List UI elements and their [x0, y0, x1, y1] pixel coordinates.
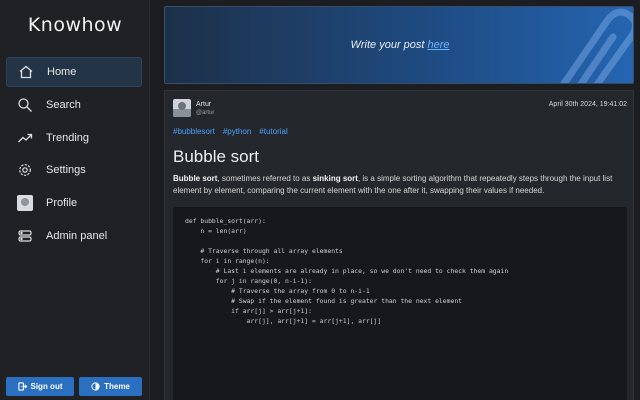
desc-term: Bubble sort [173, 174, 218, 183]
post-tags: #bubblesort #python #tutorial [173, 127, 288, 136]
post-date: April 30th 2024, 19:41:02 [548, 101, 627, 108]
author-avatar[interactable] [173, 99, 191, 117]
avatar-icon [14, 194, 36, 212]
search-icon [14, 96, 36, 114]
post-description: Bubble sort, sometimes referred to as si… [173, 173, 631, 197]
banner-message: Write your post here [165, 7, 633, 83]
desc-term: sinking sort [312, 174, 358, 183]
home-icon [15, 63, 37, 81]
sidebar-item-search[interactable]: Search [6, 90, 142, 120]
sign-out-label: Sign out [30, 382, 63, 391]
sign-out-icon [17, 382, 27, 391]
sign-out-button[interactable]: Sign out [6, 377, 74, 396]
code-line: if arr[j] > arr[j+1]: [185, 307, 312, 315]
admin-icon [14, 227, 36, 245]
trending-icon [14, 129, 36, 147]
sidebar-item-trending[interactable]: Trending [6, 123, 142, 153]
code-line: # Traverse through all array elements [185, 247, 343, 255]
theme-icon [91, 382, 100, 391]
code-block: def bubble_sort(arr): n = len(arr)​ # Tr… [173, 207, 627, 400]
sidebar-item-label: Admin panel [46, 230, 108, 242]
write-post-link[interactable]: here [427, 39, 449, 51]
sidebar-item-label: Trending [46, 132, 90, 144]
code-line: n = len(arr) [185, 227, 247, 235]
code-line: ​ [185, 236, 627, 246]
app-logo: Knowhow [27, 14, 123, 36]
code-line: # Swap if the element found is greater t… [185, 297, 463, 305]
sidebar-item-label: Home [47, 66, 77, 78]
theme-button[interactable]: Theme [79, 377, 142, 396]
post-handle: @artur [196, 110, 215, 116]
gear-icon [14, 161, 36, 179]
sidebar-item-label: Profile [46, 197, 78, 209]
sidebar-item-settings[interactable]: Settings [6, 155, 142, 185]
sidebar-item-label: Search [46, 99, 81, 111]
tag-link[interactable]: #tutorial [259, 127, 287, 136]
write-post-banner: Write your post here [164, 6, 634, 84]
code-line: # Traverse the array from 0 to n-i-1 [185, 287, 370, 295]
banner-text: Write your post [350, 39, 425, 51]
sidebar-item-admin-panel[interactable]: Admin panel [6, 221, 142, 251]
code-line: # Last i elements are already in place, … [185, 267, 509, 275]
tag-link[interactable]: #python [223, 127, 251, 136]
code-line: for i in range(n): [185, 257, 270, 265]
code-line: arr[j], arr[j+1] = arr[j+1], arr[j] [185, 317, 382, 325]
post-title: Bubble sort [173, 147, 259, 166]
sidebar-item-profile[interactable]: Profile [6, 188, 142, 218]
theme-label: Theme [104, 382, 130, 391]
sidebar-item-home[interactable]: Home [6, 57, 142, 87]
code-line: def bubble_sort(arr): [185, 217, 266, 225]
sidebar-item-label: Settings [46, 164, 86, 176]
post-card: Artur @artur April 30th 2024, 19:41:02 #… [164, 90, 634, 400]
desc-text: , sometimes referred to as [217, 174, 313, 183]
sidebar: Knowhow Home Search Trending Settings Pr… [0, 0, 150, 400]
post-author[interactable]: Artur [196, 101, 211, 108]
tag-link[interactable]: #bubblesort [173, 127, 215, 136]
code-line: for j in range(0, n-i-1): [185, 277, 312, 285]
